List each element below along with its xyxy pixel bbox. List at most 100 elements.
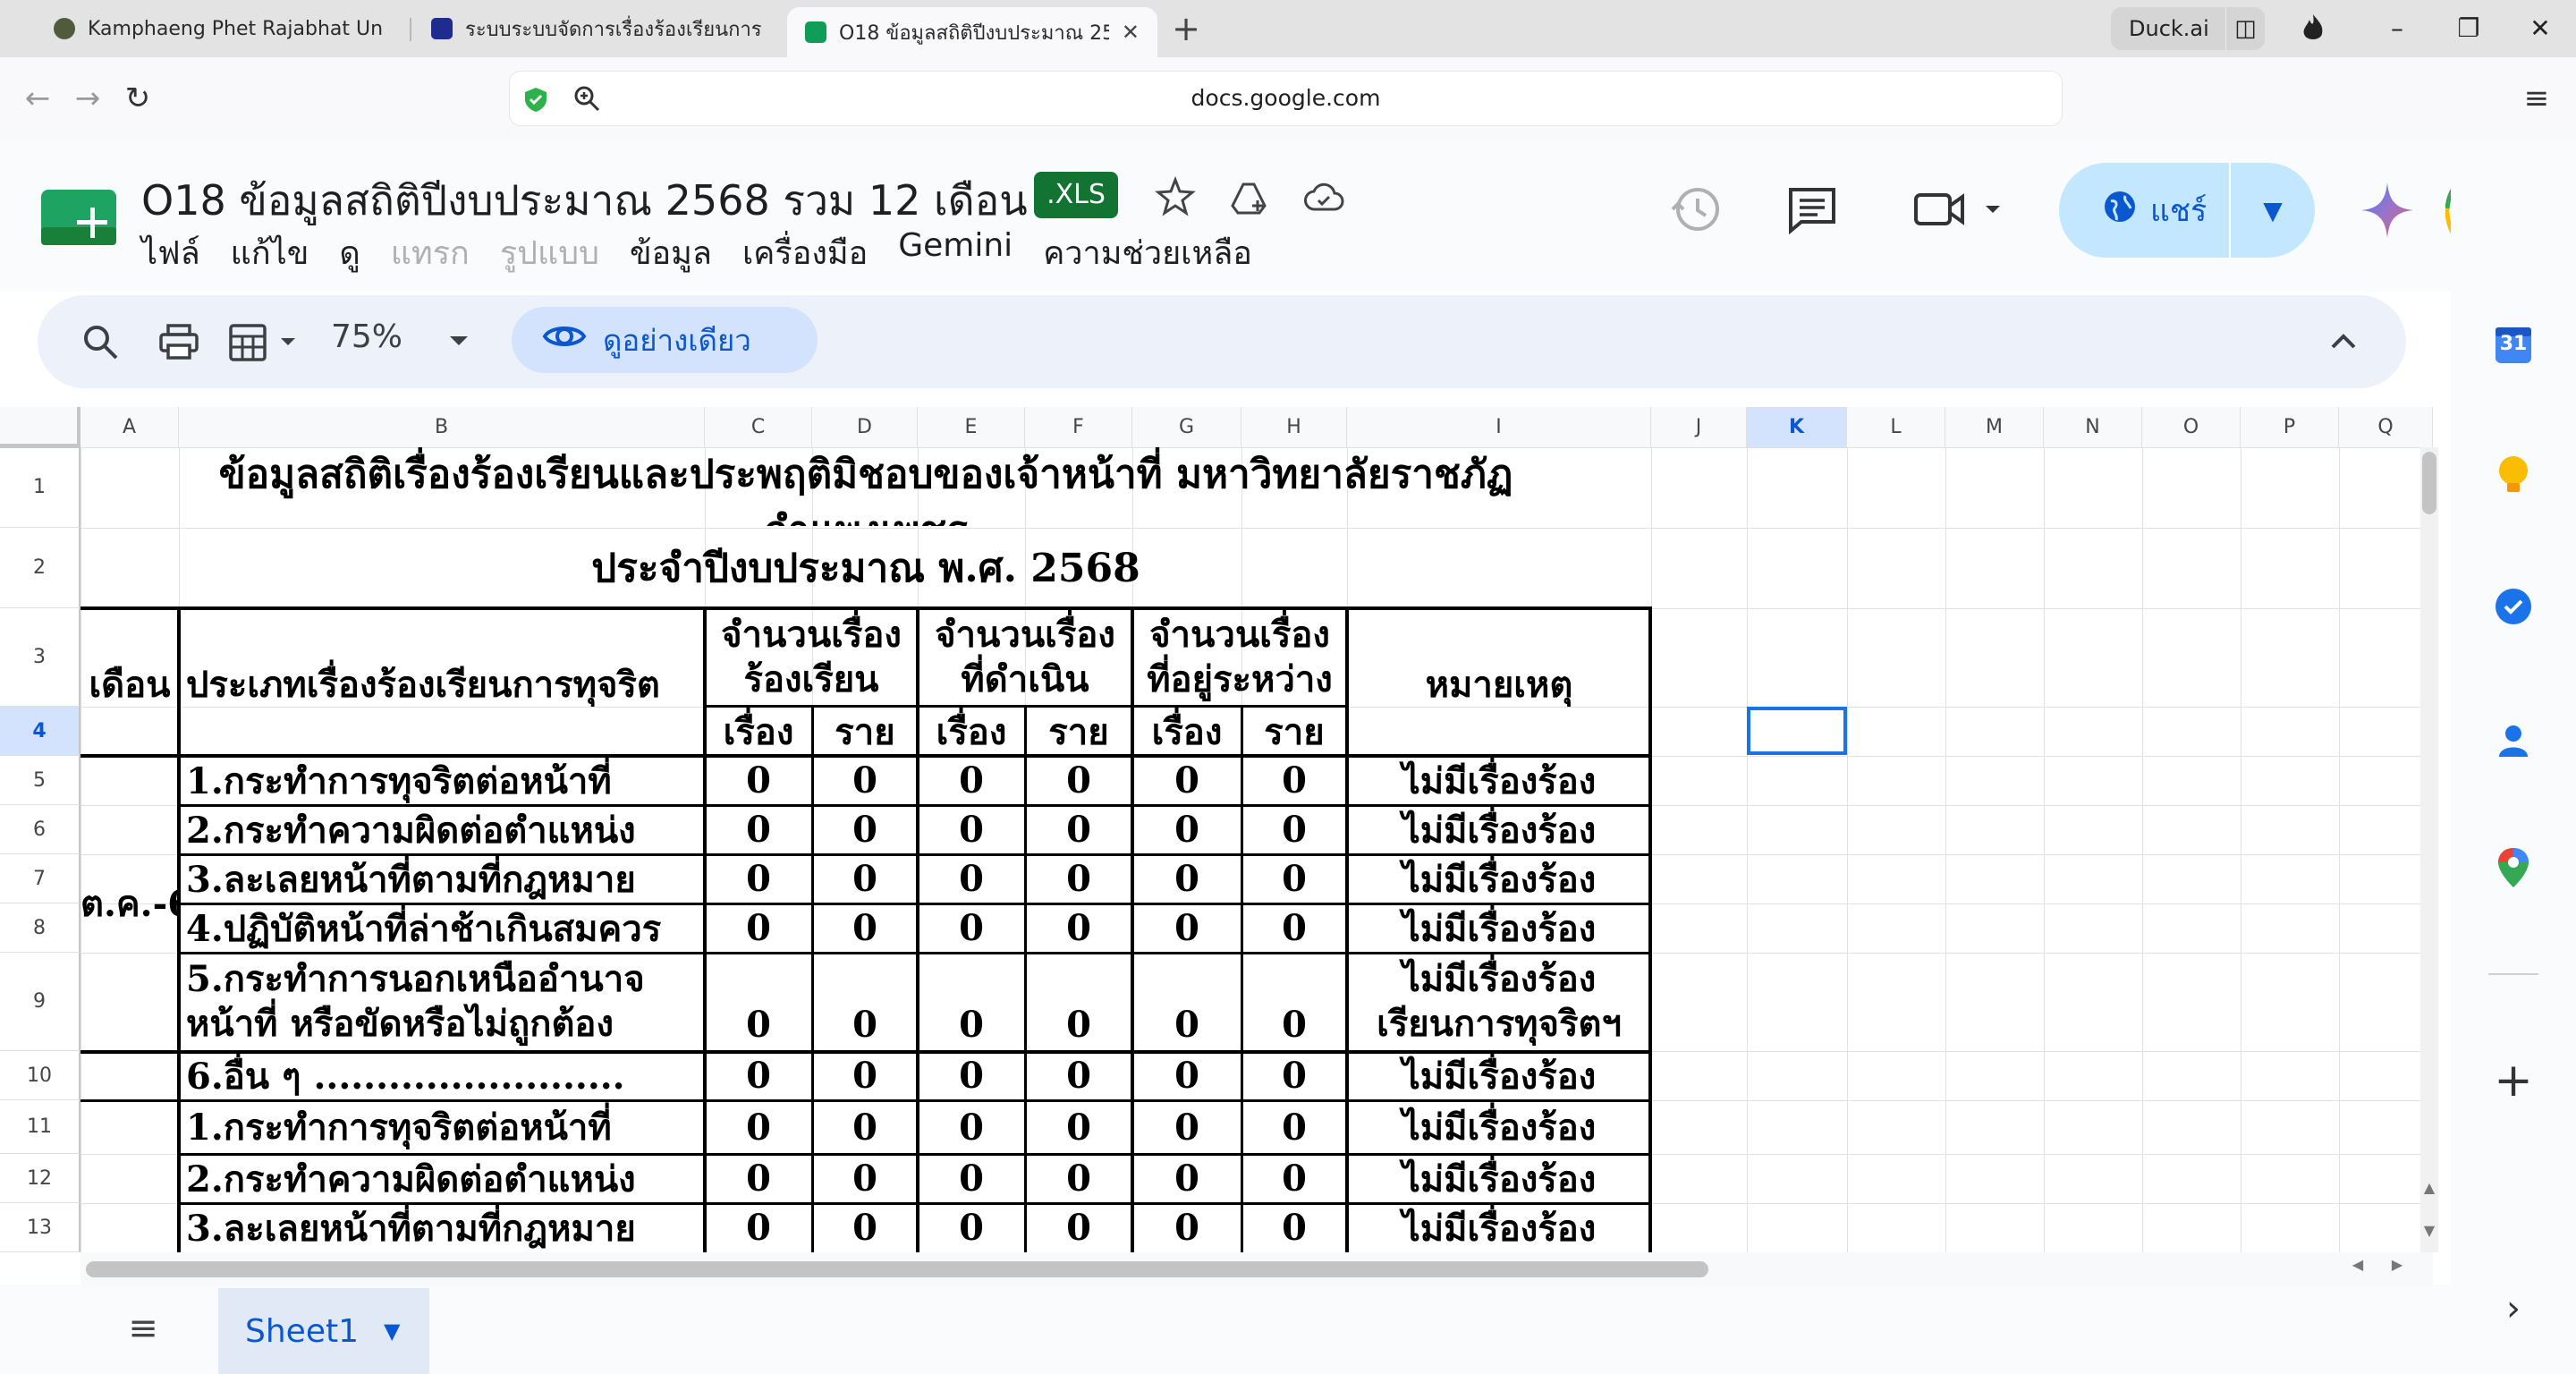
value-cell[interactable]: 0 [918, 805, 1025, 854]
column-header-n[interactable]: N [2044, 407, 2142, 447]
complaint-type-cell[interactable]: 4.ปฏิบัติหน้าที่ล่าช้าเกินสมควร [179, 903, 705, 953]
value-cell[interactable]: 0 [705, 1051, 812, 1100]
value-cell[interactable]: 0 [812, 903, 918, 953]
menu-data[interactable]: ข้อมูล [630, 227, 712, 272]
value-cell[interactable]: 0 [918, 1203, 1025, 1252]
row-header-13[interactable]: 13 [0, 1203, 80, 1252]
value-cell[interactable]: 0 [918, 1100, 1025, 1154]
column-header-g[interactable]: G [1132, 407, 1241, 447]
note-cell[interactable]: ไม่มีเรื่องร้อง [1347, 805, 1651, 854]
row-header-2[interactable]: 2 [0, 528, 80, 608]
duck-ai-button[interactable]: Duck.ai ◫ [2111, 7, 2265, 50]
freeze-table-icon[interactable] [227, 320, 308, 363]
value-cell[interactable]: 0 [1241, 997, 1347, 1051]
note-cell[interactable]: ไม่มีเรื่องร้อง [1347, 1100, 1651, 1154]
complaint-type-cell[interactable]: 6.อื่น ๆ ......................... [179, 1051, 705, 1100]
complaint-type-cell[interactable]: 3.ละเลยหน้าที่ตามที่กฎหมาย [179, 854, 705, 903]
menu-tools[interactable]: เครื่องมือ [742, 227, 868, 272]
spreadsheet-grid[interactable]: ABCDEFGHIJKLMNOPQ 1 2 3 4 5 6 7 8 9 10 11 12 13 ข้อม… [0, 407, 2433, 1252]
comments-icon[interactable] [1785, 182, 1839, 236]
row-header-9[interactable]: 9 [0, 953, 80, 1051]
row-header-5[interactable]: 5 [0, 756, 80, 805]
hamburger-menu-icon[interactable]: ≡ [2515, 77, 2558, 120]
menu-help[interactable]: ความช่วยเหลือ [1043, 227, 1252, 272]
gemini-sparkle-icon[interactable] [2358, 179, 2417, 242]
row-header-7[interactable]: 7 [0, 854, 80, 903]
back-button[interactable]: ← [16, 77, 59, 120]
sheet-tab-dropdown-icon[interactable]: ▼ [384, 1319, 400, 1344]
value-cell[interactable]: 0 [1025, 756, 1132, 805]
note-cell[interactable]: ไม่มีเรื่องร้อง [1347, 756, 1651, 805]
row-header-4[interactable]: 4 [0, 707, 80, 756]
complaint-type-cell[interactable]: 5.กระทำการนอกเหนืออำนาจ หน้าที่ หรือขัดหร… [179, 953, 705, 1051]
restore-window-icon[interactable]: ❐ [2433, 7, 2504, 50]
value-cell[interactable]: 0 [1241, 854, 1347, 903]
share-dropdown-chevron-icon[interactable]: ▼ [2231, 196, 2315, 225]
reload-button[interactable]: ↻ [116, 77, 159, 120]
select-all-corner[interactable] [0, 407, 80, 447]
value-cell[interactable]: 0 [1132, 1203, 1241, 1252]
column-header-a[interactable]: A [80, 407, 179, 447]
subheader-items[interactable]: ราย [812, 707, 918, 756]
value-cell[interactable]: 0 [1132, 854, 1241, 903]
column-header-l[interactable]: L [1847, 407, 1945, 447]
share-button[interactable]: แชร์ ▼ [2059, 163, 2315, 258]
value-cell[interactable]: 0 [918, 1051, 1025, 1100]
row-header-11[interactable]: 11 [0, 1100, 80, 1154]
shield-icon[interactable] [522, 86, 549, 113]
menu-view[interactable]: ดู [339, 227, 360, 272]
browser-tab-university[interactable]: Kamphaeng Phet Rajabhat Univers [36, 9, 402, 48]
value-cell[interactable]: 0 [812, 997, 918, 1051]
value-cell[interactable]: 0 [1132, 805, 1241, 854]
scroll-down-arrow-icon[interactable]: ▼ [2420, 1222, 2438, 1249]
value-cell[interactable]: 0 [812, 1051, 918, 1100]
print-icon[interactable] [157, 320, 200, 363]
value-cell[interactable]: 0 [705, 1203, 812, 1252]
expand-panel-chevron-icon[interactable]: › [2496, 1286, 2531, 1331]
scroll-right-arrow-icon[interactable]: ▶ [2385, 1256, 2410, 1279]
all-sheets-menu-icon[interactable]: ≡ [116, 1308, 170, 1353]
address-bar[interactable]: docs.google.com [510, 72, 2062, 125]
meet-camera-icon[interactable] [1909, 182, 2007, 236]
value-cell[interactable]: 0 [812, 1154, 918, 1203]
header-note[interactable]: หมายเหตุ [1347, 608, 1651, 760]
column-header-m[interactable]: M [1945, 407, 2044, 447]
subheader-count[interactable]: เรื่อง [705, 707, 812, 756]
scroll-left-arrow-icon[interactable]: ◀ [2345, 1256, 2370, 1279]
column-header-q[interactable]: Q [2339, 407, 2433, 447]
sheets-logo-icon[interactable] [38, 184, 120, 250]
column-header-k[interactable]: K [1747, 407, 1847, 447]
maps-pin-icon[interactable] [2490, 844, 2537, 891]
row-header-3[interactable]: 3 [0, 608, 80, 707]
minimize-window-icon[interactable]: – [2361, 7, 2433, 50]
value-cell[interactable]: 0 [1241, 1154, 1347, 1203]
version-history-icon[interactable] [1669, 182, 1723, 236]
value-cell[interactable]: 0 [1241, 1051, 1347, 1100]
value-cell[interactable]: 0 [705, 805, 812, 854]
column-header-c[interactable]: C [705, 407, 812, 447]
value-cell[interactable]: 0 [1132, 903, 1241, 953]
value-cell[interactable]: 0 [1025, 1154, 1132, 1203]
value-cell[interactable]: 0 [1025, 1051, 1132, 1100]
close-tab-icon[interactable]: ✕ [1122, 20, 1140, 45]
value-cell[interactable]: 0 [918, 854, 1025, 903]
column-header-d[interactable]: D [812, 407, 918, 447]
column-header-b[interactable]: B [179, 407, 705, 447]
value-cell[interactable]: 0 [705, 756, 812, 805]
complaint-type-cell[interactable]: 1.กระทำการทุจริตต่อหน้าที่ [179, 756, 705, 805]
contacts-person-icon[interactable] [2490, 717, 2537, 764]
value-cell[interactable]: 0 [705, 1154, 812, 1203]
vertical-scroll-thumb[interactable] [2422, 452, 2436, 514]
value-cell[interactable]: 0 [1241, 1100, 1347, 1154]
header-pending[interactable]: จำนวนเรื่อง ที่อยู่ระหว่าง [1132, 608, 1347, 707]
column-header-e[interactable]: E [918, 407, 1025, 447]
value-cell[interactable]: 0 [1025, 997, 1132, 1051]
value-cell[interactable]: 0 [1132, 1154, 1241, 1203]
value-cell[interactable]: 0 [918, 756, 1025, 805]
column-header-o[interactable]: O [2142, 407, 2241, 447]
share-main[interactable]: แชร์ [2059, 186, 2229, 234]
complaint-type-cell[interactable]: 2.กระทำความผิดต่อตำแหน่ง [179, 1154, 705, 1203]
value-cell[interactable]: 0 [1132, 1100, 1241, 1154]
note-cell[interactable]: ไม่มีเรื่องร้อง [1347, 1051, 1651, 1100]
sidebar-toggle-icon[interactable]: ◫ [2226, 15, 2265, 42]
